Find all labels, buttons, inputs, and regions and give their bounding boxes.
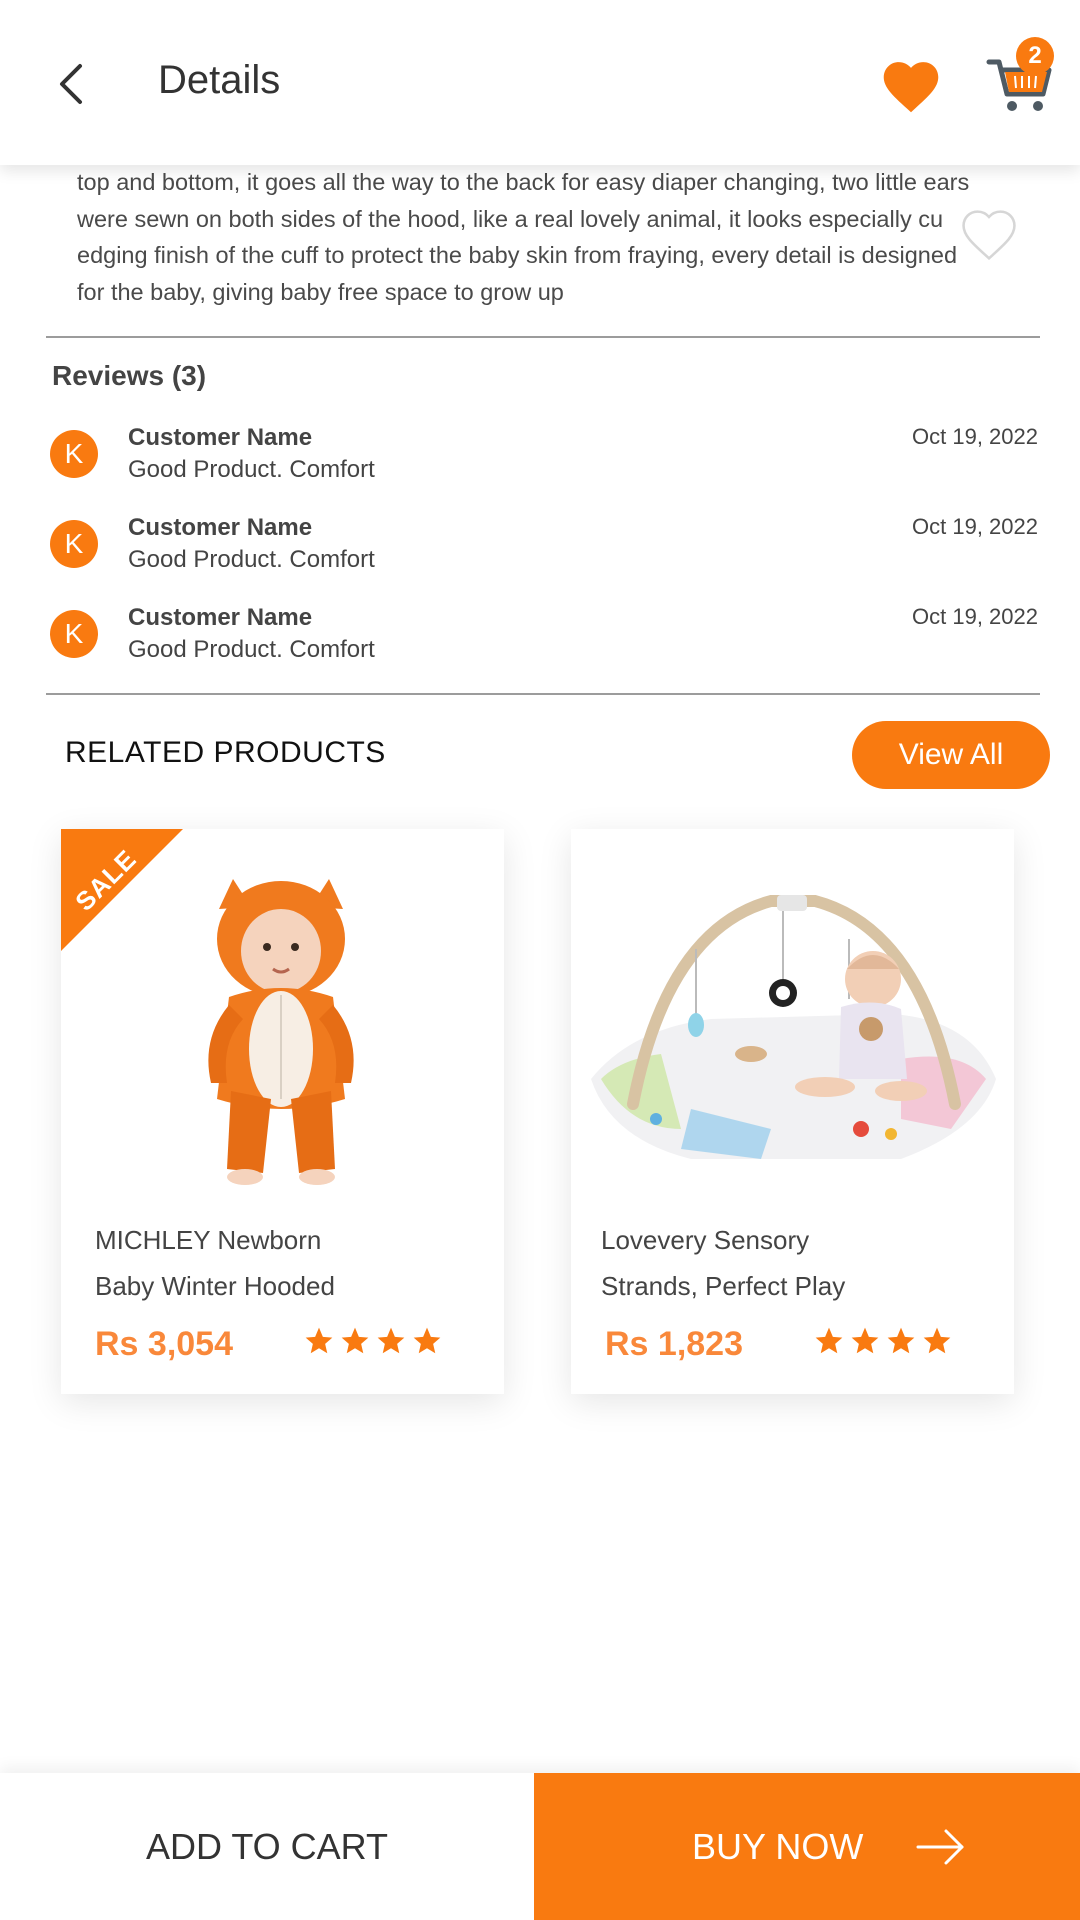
view-all-button[interactable]: View All	[852, 721, 1050, 789]
reviewer-name: Customer Name	[128, 604, 313, 631]
heart-outline-icon[interactable]	[958, 204, 1020, 260]
review-text: Good Product. Comfort	[128, 546, 375, 573]
reviewer-name: Customer Name	[128, 514, 313, 541]
description-line: top and bottom, it goes all the way to t…	[77, 169, 970, 195]
star-icon	[923, 1327, 951, 1354]
divider	[46, 336, 1040, 338]
description-line: edging finish of the cuff to protect the…	[77, 242, 958, 268]
product-name: Lovevery Sensory Strands, Perfect Play	[601, 1217, 845, 1309]
description-line: for the baby, giving baby free space to …	[77, 278, 564, 305]
reviews-title: Reviews (3)	[52, 360, 207, 391]
review-item: K Customer Name Good Product. Comfort Oc…	[48, 604, 1038, 674]
related-products-title: RELATED PRODUCTS	[65, 736, 386, 769]
star-icon	[305, 1327, 333, 1354]
bottom-action-bar: ADD TO CART BUY NOW	[0, 1773, 1080, 1920]
buy-now-button[interactable]: BUY NOW	[534, 1773, 1080, 1920]
star-icon	[851, 1327, 879, 1354]
add-to-cart-button[interactable]: ADD TO CART	[0, 1773, 534, 1920]
buy-now-label: BUY NOW	[692, 1826, 864, 1867]
product-name-line: Lovevery Sensory	[601, 1225, 810, 1255]
avatar: K	[50, 520, 98, 568]
product-card[interactable]: Lovevery Sensory Strands, Perfect Play R…	[571, 829, 1014, 1394]
review-text: Good Product. Comfort	[128, 636, 375, 663]
product-name-line: Strands, Perfect Play	[601, 1271, 846, 1301]
product-name-line: Baby Winter Hooded	[95, 1271, 335, 1301]
star-icon	[413, 1327, 441, 1354]
review-date: Oct 19, 2022	[912, 424, 1038, 449]
product-name-line: MICHLEY Newborn	[95, 1225, 322, 1255]
star-rating	[303, 1325, 447, 1361]
heart-icon[interactable]	[878, 54, 944, 114]
review-item: K Customer Name Good Product. Comfort Oc…	[48, 424, 1038, 494]
review-text: Good Product. Comfort	[128, 456, 375, 483]
review-date: Oct 19, 2022	[912, 604, 1038, 629]
star-icon	[377, 1327, 405, 1354]
product-price: Rs 1,823	[605, 1325, 743, 1363]
cart-count-badge: 2	[1016, 37, 1054, 75]
avatar: K	[50, 430, 98, 478]
back-arrow-icon[interactable]	[52, 62, 92, 106]
avatar: K	[50, 610, 98, 658]
product-name: MICHLEY Newborn Baby Winter Hooded	[95, 1217, 335, 1309]
star-icon	[815, 1327, 843, 1354]
star-rating	[813, 1325, 957, 1361]
page-title: Details	[158, 58, 281, 102]
product-price: Rs 3,054	[95, 1325, 233, 1363]
review-date: Oct 19, 2022	[912, 514, 1038, 539]
star-icon	[341, 1327, 369, 1354]
product-card[interactable]: SALE MICHLEY Newborn Baby Winter Hooded …	[61, 829, 504, 1394]
reviewer-name: Customer Name	[128, 424, 313, 451]
review-item: K Customer Name Good Product. Comfort Oc…	[48, 514, 1038, 584]
arrow-right-icon	[916, 1829, 964, 1865]
top-app-bar: Details 2	[0, 0, 1080, 165]
product-description: top and bottom, it goes all the way to t…	[77, 164, 1017, 310]
product-image-play-gym	[591, 895, 996, 1159]
divider	[46, 693, 1040, 695]
star-icon	[887, 1327, 915, 1354]
description-line: were sewn on both sides of the hood, lik…	[77, 205, 944, 232]
